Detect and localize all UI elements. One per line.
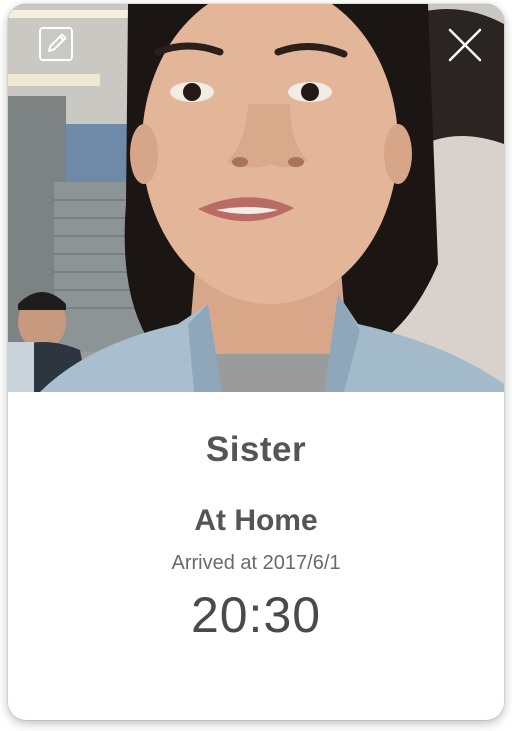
close-icon <box>448 28 482 62</box>
edit-pencil-icon <box>39 27 73 61</box>
edit-button[interactable] <box>38 26 74 62</box>
arrival-time: 20:30 <box>190 587 322 643</box>
contact-card: Sister At Home Arrived at 2017/6/1 20:30 <box>8 4 504 720</box>
contact-photo <box>8 4 504 392</box>
location-label: At Home <box>194 504 318 537</box>
arrived-date: Arrived at 2017/6/1 <box>171 552 341 574</box>
close-button[interactable] <box>446 26 484 64</box>
contact-info: Sister At Home Arrived at 2017/6/1 20:30 <box>8 392 504 720</box>
contact-name: Sister <box>205 430 307 469</box>
